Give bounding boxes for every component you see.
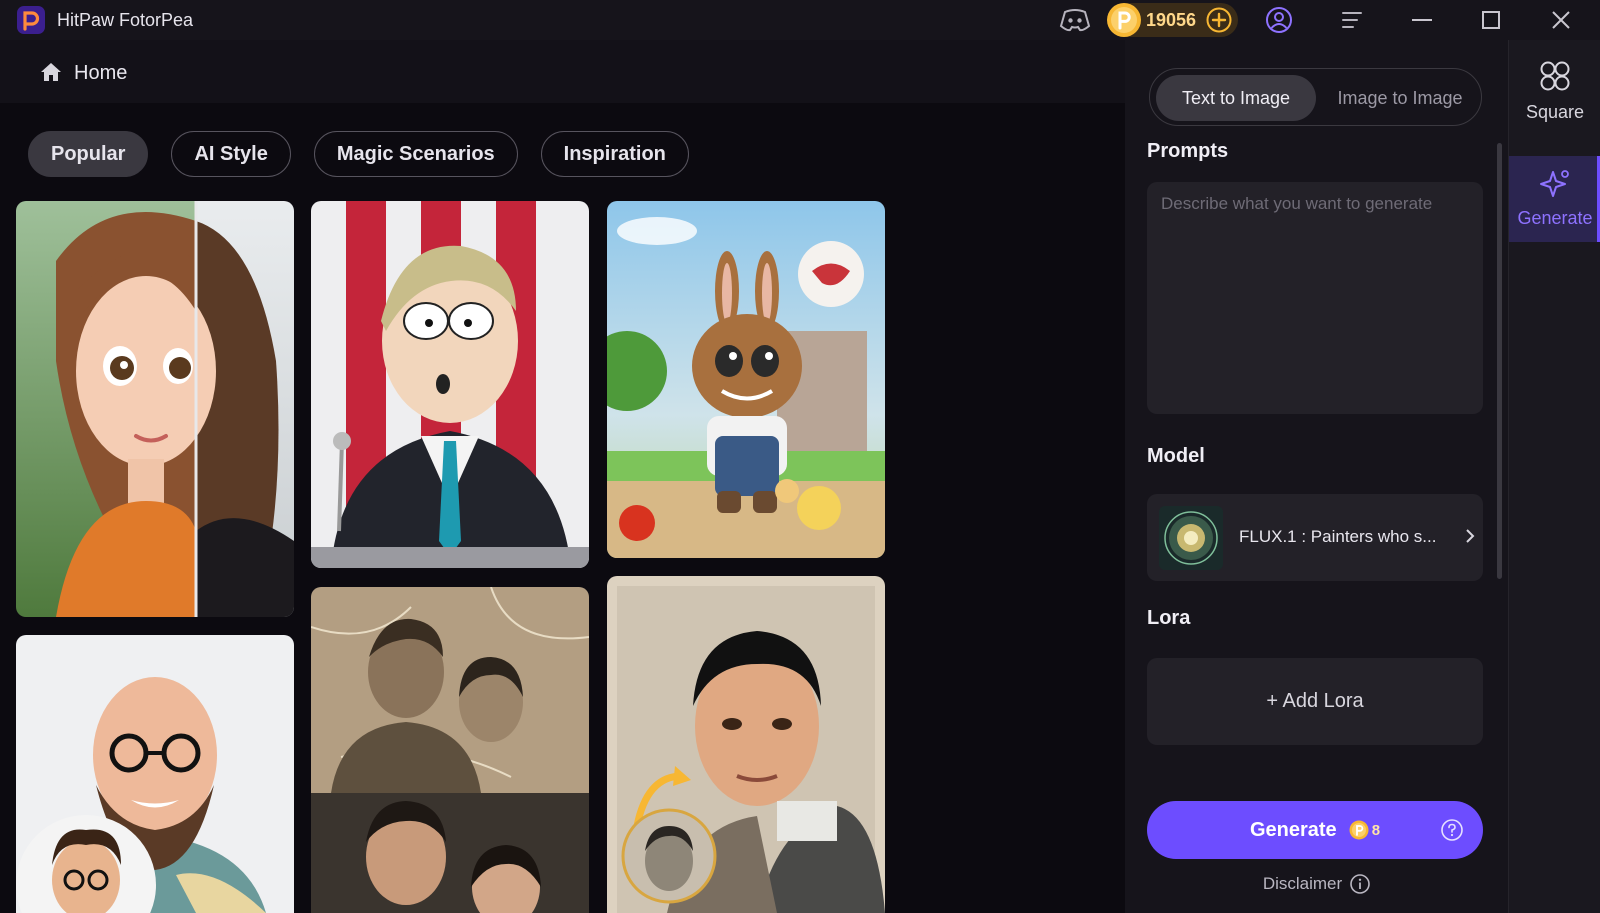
generate-button-label: Generate (1249, 818, 1337, 841)
coin-balance[interactable]: 19056 (1107, 3, 1238, 37)
model-name: FLUX.1 : Painters who s... (1239, 527, 1437, 546)
generate-cost: 8 (1371, 821, 1381, 839)
sparkle-icon (1540, 170, 1569, 197)
breadcrumb: Home (0, 40, 1125, 103)
gallery-card-cartoon-politician[interactable] (311, 201, 589, 568)
gallery-card-anime-girl[interactable] (16, 201, 294, 617)
category-tabs: Popular AI Style Magic Scenarios Inspira… (28, 131, 689, 177)
bald-man-image (16, 635, 294, 913)
main-content: Home Popular AI Style Magic Scenarios In… (0, 40, 1125, 913)
coin-icon (1107, 3, 1141, 37)
app-title: HitPaw FotorPea (57, 10, 194, 30)
title-bar: HitPaw FotorPea 19056 (0, 0, 1600, 40)
generate-panel: Text to Image Image to Image Prompts Mod… (1125, 40, 1508, 913)
photo-restore-image (311, 587, 589, 913)
rail-item-square[interactable]: Square (1509, 60, 1600, 123)
menu-icon[interactable] (1340, 6, 1364, 34)
panel-scrollbar[interactable] (1497, 143, 1502, 579)
model-label: Model (1147, 445, 1205, 467)
close-icon[interactable] (1550, 6, 1572, 34)
tab-inspiration[interactable]: Inspiration (540, 131, 689, 177)
add-coins-icon[interactable] (1206, 7, 1232, 33)
image-to-image-tab[interactable]: Image to Image (1320, 75, 1480, 121)
minimize-icon[interactable] (1410, 6, 1434, 34)
gallery-card-photo-colorize[interactable] (607, 576, 885, 913)
disclaimer-label: Disclaimer (1262, 874, 1343, 893)
info-icon (1350, 874, 1370, 894)
tab-magic-scenarios[interactable]: Magic Scenarios (313, 131, 518, 177)
photo-colorize-image (607, 576, 885, 913)
maximize-icon[interactable] (1480, 6, 1502, 34)
disclaimer-link[interactable]: Disclaimer (1125, 874, 1508, 894)
lora-label: Lora (1147, 607, 1191, 629)
generate-button[interactable]: Generate 8 (1147, 801, 1483, 859)
rail-generate-label: Generate (1517, 208, 1593, 228)
side-rail: Square Generate (1508, 40, 1600, 913)
square-grid-icon (1540, 61, 1570, 91)
home-icon[interactable] (40, 62, 62, 82)
home-link[interactable]: Home (74, 62, 127, 85)
discord-icon[interactable] (1058, 6, 1092, 34)
account-icon[interactable] (1265, 6, 1293, 34)
gallery-card-plush-bunny[interactable] (607, 201, 885, 558)
tab-popular[interactable]: Popular (28, 131, 149, 177)
text-to-image-tab[interactable]: Text to Image (1156, 75, 1316, 121)
gallery-card-photo-restore[interactable] (311, 587, 589, 913)
add-lora-button[interactable]: + Add Lora (1147, 658, 1483, 745)
rail-item-generate[interactable]: Generate (1509, 156, 1600, 242)
model-thumbnail (1159, 506, 1223, 570)
anime-girl-image (16, 201, 294, 617)
chevron-right-icon (1466, 529, 1475, 543)
rail-square-label: Square (1525, 102, 1585, 122)
gallery-card-bald-man[interactable] (16, 635, 294, 913)
plush-bunny-image (607, 201, 885, 558)
prompts-label: Prompts (1147, 140, 1229, 162)
prompt-input[interactable] (1147, 182, 1483, 414)
app-logo-icon (17, 6, 45, 34)
model-selector[interactable]: FLUX.1 : Painters who s... (1147, 494, 1483, 581)
cartoon-politician-image (311, 201, 589, 568)
help-icon[interactable] (1441, 819, 1463, 841)
tab-ai-style[interactable]: AI Style (171, 131, 291, 177)
coin-icon (1349, 820, 1369, 840)
mode-toggle: Text to Image Image to Image (1149, 68, 1482, 126)
coin-count: 19056 (1146, 9, 1197, 30)
